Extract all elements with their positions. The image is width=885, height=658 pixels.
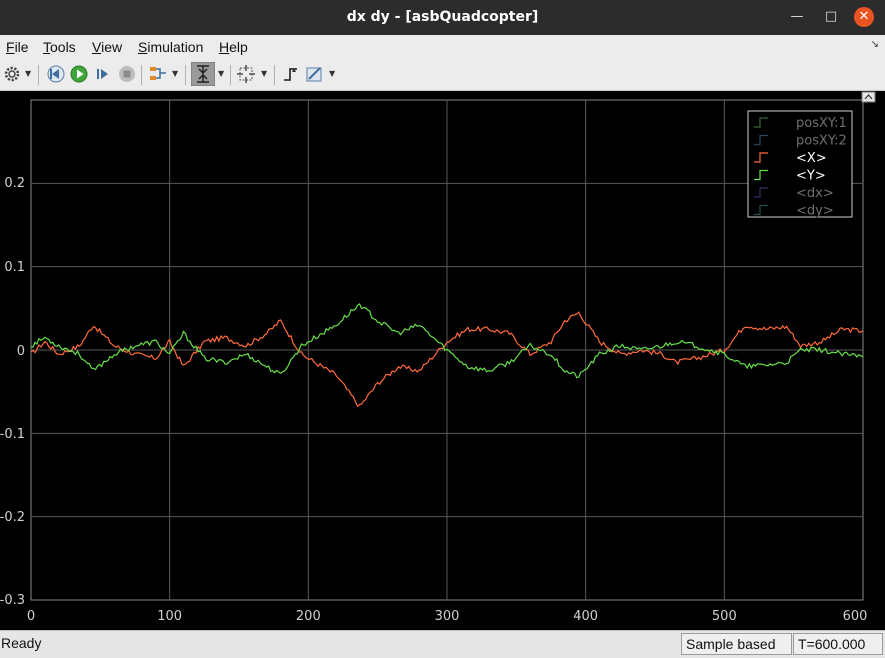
simulation-time-indicator: T=600.000 (793, 633, 883, 655)
y-tick-label: 0.2 (4, 176, 25, 191)
toolbar-separator (274, 65, 275, 85)
menu-bar: File Tools View Simulation Help ↘ (0, 35, 885, 59)
title-bar: dx dy - [asbQuadcopter] — □ ✕ (0, 0, 885, 35)
cursor-measure-icon[interactable] (305, 64, 325, 84)
x-tick-label: 400 (573, 609, 598, 624)
zoom-icon[interactable] (191, 62, 215, 86)
legend-label: <dy> (796, 204, 834, 219)
menu-file-label: ile (14, 39, 29, 55)
toolbar-separator (230, 65, 231, 85)
toolbar-separator (185, 65, 186, 85)
legend-label: posXY:2 (796, 134, 847, 149)
signal-selector-dropdown-icon[interactable]: ▼ (172, 69, 178, 78)
legend-label: <X> (796, 151, 827, 166)
y-tick-label: 0 (17, 344, 25, 359)
x-tick-label: 600 (843, 609, 868, 624)
x-tick-label: 100 (157, 609, 182, 624)
status-ready-text: Ready (1, 635, 42, 651)
gear-icon[interactable] (2, 64, 22, 84)
stop-icon[interactable] (117, 64, 137, 84)
fit-to-view-icon[interactable] (236, 64, 256, 84)
step-forward-icon[interactable] (93, 64, 113, 84)
menu-file[interactable]: File (6, 39, 29, 55)
triggers-icon[interactable] (281, 64, 301, 84)
menu-file-mnemonic: F (6, 39, 15, 55)
run-icon[interactable] (69, 64, 89, 84)
menu-tools[interactable]: Tools (43, 39, 76, 55)
toolbar-separator (38, 65, 39, 85)
signal-selector-icon[interactable] (148, 64, 168, 84)
x-tick-label: 300 (435, 609, 460, 624)
menu-undock-icon[interactable]: ↘ (871, 39, 879, 50)
zoom-dropdown-icon[interactable]: ▼ (218, 69, 224, 78)
menu-help-mnemonic: H (219, 39, 230, 55)
fit-to-view-dropdown-icon[interactable]: ▼ (261, 69, 267, 78)
legend-label: <dx> (796, 186, 834, 201)
menu-view[interactable]: View (92, 39, 122, 55)
restore-axes-icon[interactable] (861, 91, 876, 103)
menu-tools-mnemonic: T (43, 39, 50, 55)
toolbar-separator (141, 65, 142, 85)
menu-simulation[interactable]: Simulation (138, 39, 203, 55)
legend[interactable]: posXY:1 posXY:2 <X> <Y> <dx> <dy> (747, 110, 853, 219)
x-tick-labels: 0 100 200 300 400 500 600 (27, 609, 868, 624)
legend-label: posXY:1 (796, 116, 847, 131)
y-tick-label: -0.2 (0, 510, 25, 525)
y-tick-label: -0.3 (0, 593, 25, 608)
window-title: dx dy - [asbQuadcopter] (346, 9, 539, 25)
cursor-measure-dropdown-icon[interactable]: ▼ (329, 69, 335, 78)
menu-view-mnemonic: V (92, 39, 102, 55)
y-tick-label: 0.1 (4, 260, 25, 275)
minimize-button[interactable]: — (787, 7, 807, 27)
toolbar: ▼ ▼ ▼ ▼ ▼ (0, 59, 885, 91)
scope-plot-area[interactable]: 0 100 200 300 400 500 600 0.2 0.1 0 -0.1… (0, 91, 885, 630)
gear-dropdown-icon[interactable]: ▼ (25, 69, 31, 78)
y-tick-labels: 0.2 0.1 0 -0.1 -0.2 -0.3 (0, 176, 25, 608)
menu-view-label: iew (101, 39, 123, 55)
scope-plot[interactable]: 0 100 200 300 400 500 600 0.2 0.1 0 -0.1… (0, 91, 885, 630)
x-tick-label: 0 (27, 609, 35, 624)
y-tick-label: -0.1 (0, 427, 25, 442)
menu-help-label: elp (229, 39, 248, 55)
sample-mode-indicator: Sample based (681, 633, 792, 655)
step-back-icon[interactable] (46, 64, 66, 84)
menu-simulation-label: imulation (147, 39, 204, 55)
menu-help[interactable]: Help (219, 39, 248, 55)
x-tick-label: 200 (296, 609, 321, 624)
maximize-button[interactable]: □ (821, 7, 841, 27)
menu-simulation-mnemonic: S (138, 39, 148, 55)
menu-tools-label: ools (50, 39, 76, 55)
close-button[interactable]: ✕ (854, 7, 874, 27)
legend-label: <Y> (796, 169, 826, 184)
x-tick-label: 500 (712, 609, 737, 624)
status-bar: Ready Sample based T=600.000 (0, 630, 885, 658)
